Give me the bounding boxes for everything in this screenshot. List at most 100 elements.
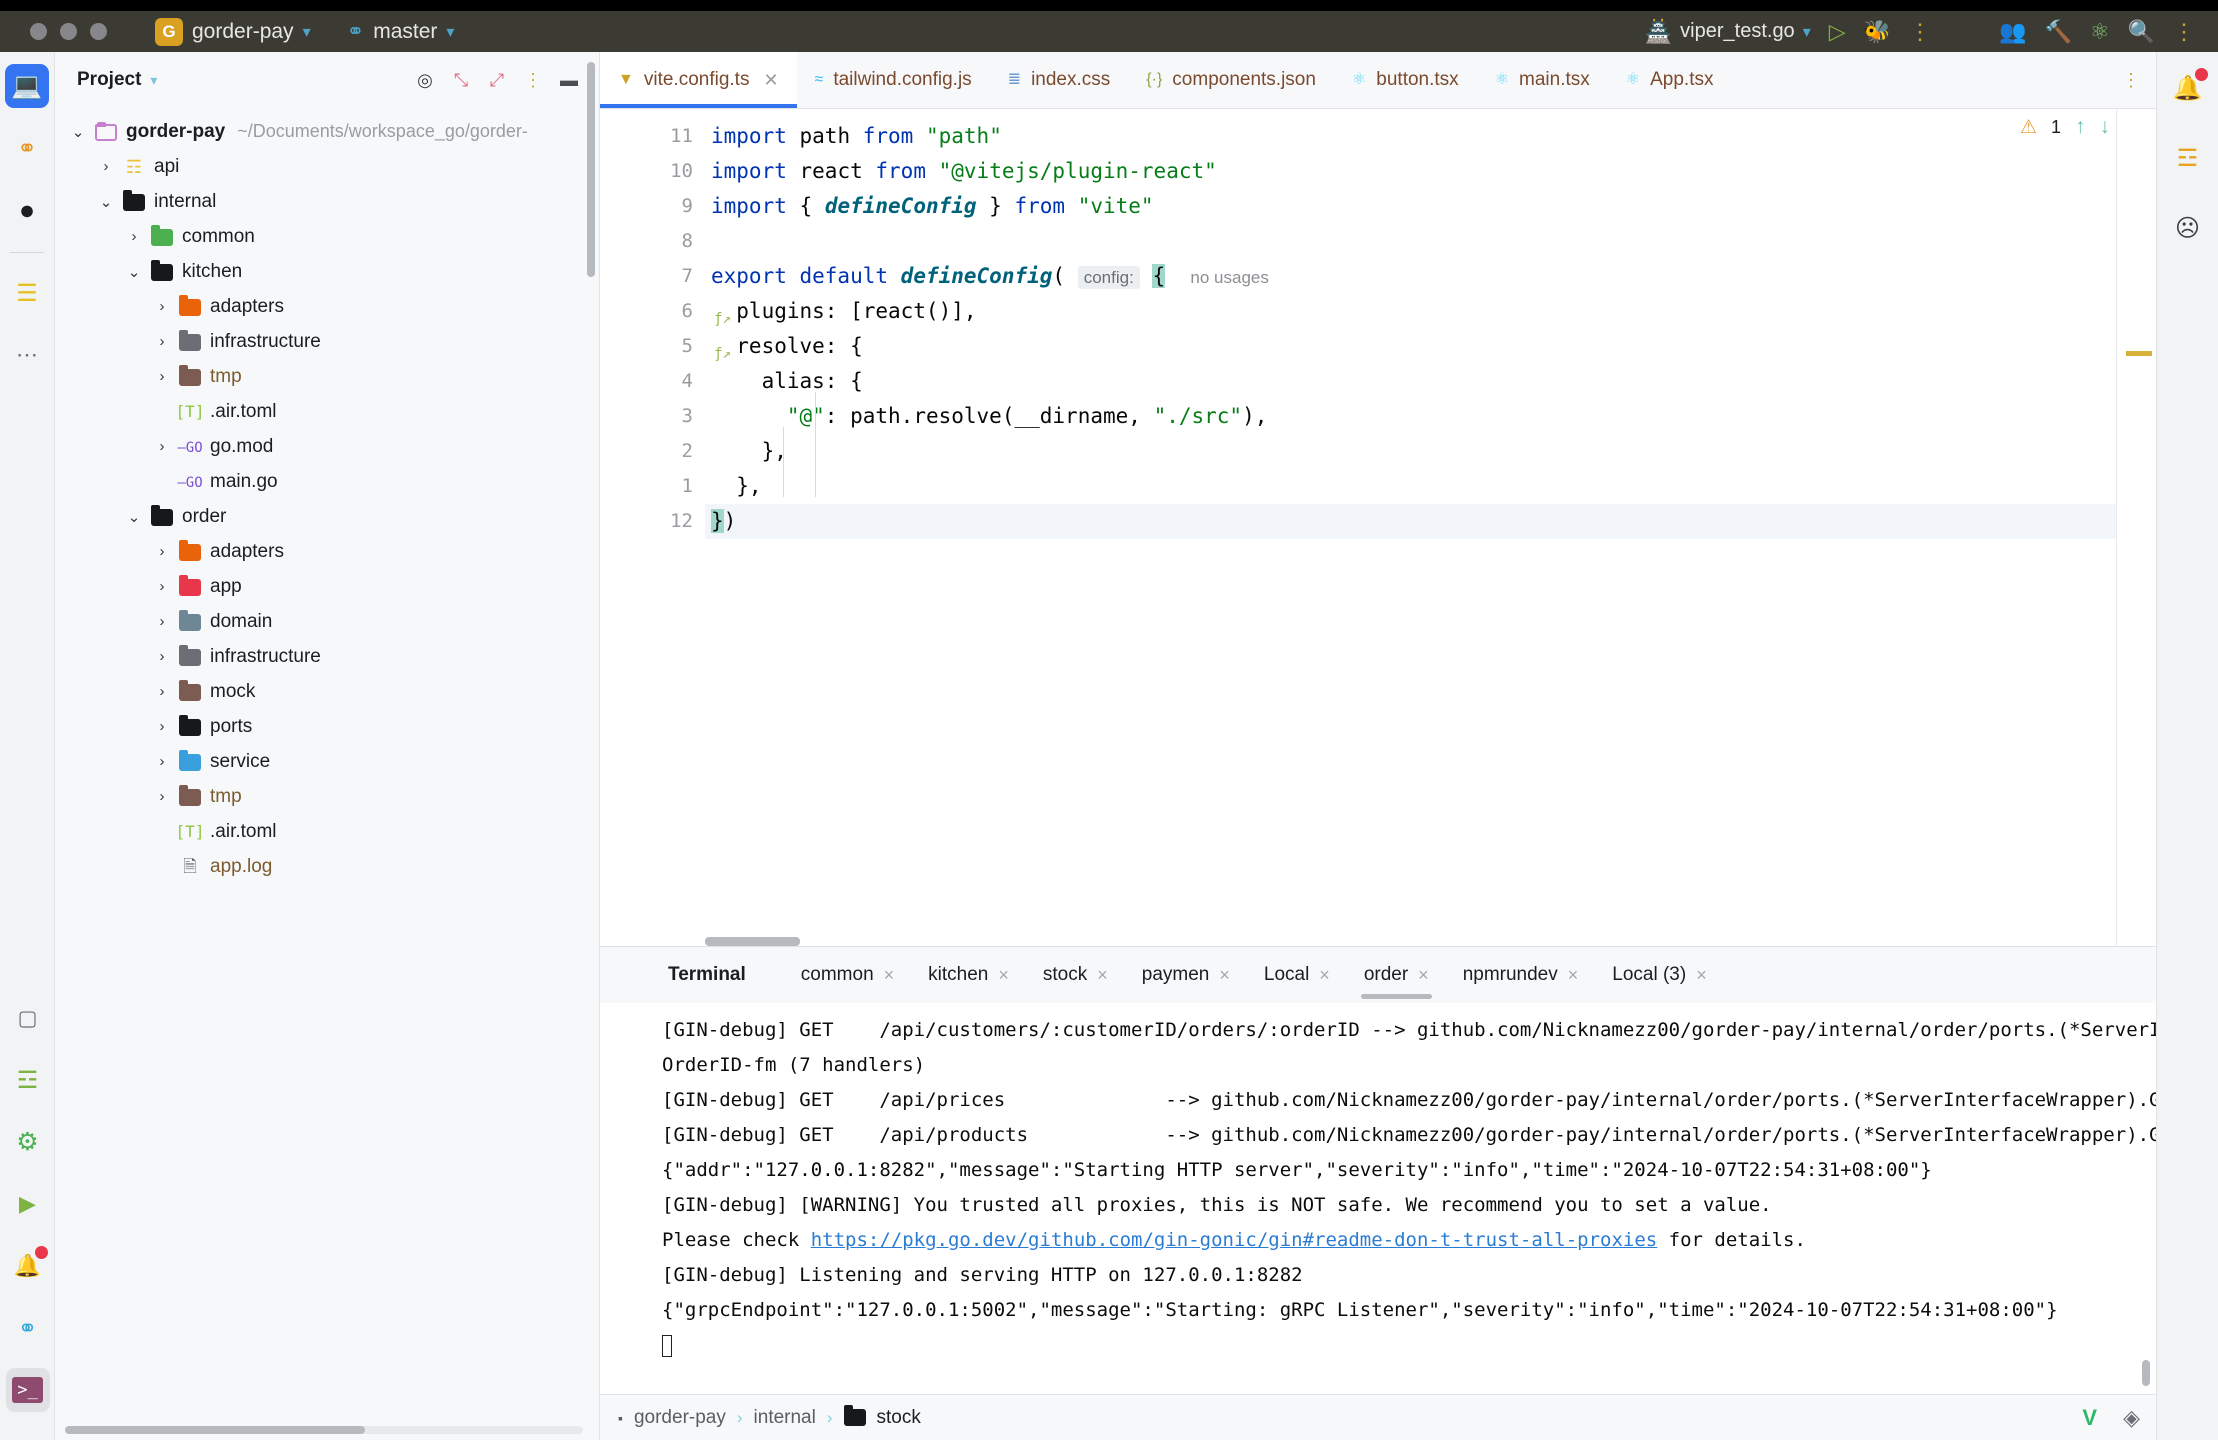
tree-expand-arrow[interactable]: › [149,683,175,700]
tree-item[interactable]: › infrastructure [55,639,599,674]
close-window-button[interactable] [30,23,47,40]
sidebar-item-settings[interactable]: ⚙ [6,1120,50,1164]
terminal-tab-stock[interactable]: stock × [1026,947,1125,1003]
search-everywhere-button[interactable]: 🔍 [2119,11,2164,52]
maximize-window-button[interactable] [90,23,107,40]
tree-expand-arrow[interactable]: ⌄ [121,263,147,281]
code-with-me-button[interactable]: 👥 [1990,11,2035,52]
close-terminal-tab-icon[interactable]: × [1319,965,1330,986]
terminal-tab-local[interactable]: Local × [1247,947,1347,1003]
gutter-line-number[interactable]: 5 ƒ↗ [600,329,731,364]
sidebar-item-more-tools[interactable]: ⋯ [5,333,49,377]
terminal-tab-local-3-[interactable]: Local (3) × [1595,947,1723,1003]
terminal-link[interactable]: https://pkg.go.dev/github.com/gin-gonic/… [811,1229,1657,1251]
terminal-scrollbar[interactable] [2142,1360,2150,1386]
gutter-line-number[interactable]: 1 [600,469,705,504]
sidebar-item-run[interactable]: ▶ [6,1182,50,1226]
tools-button[interactable]: 🔨 [2035,11,2080,52]
run-configuration-selector[interactable]: 🏯 viper_test.go ▾ [1636,11,1820,52]
sidebar-item-problems[interactable]: 🔔 [6,1244,50,1288]
terminal-tab-paymen[interactable]: paymen × [1125,947,1247,1003]
tree-expand-arrow[interactable]: › [149,543,175,560]
gutter-line-number[interactable]: 2 [600,434,705,469]
breadcrumb[interactable]: ▪ gorder-pay › internal › stock [618,1405,921,1429]
editor-tab-vite-config-ts[interactable]: ▼ vite.config.ts ✕ [600,52,797,108]
sidebar-item-terminal[interactable]: >_ [5,1368,50,1412]
close-terminal-tab-icon[interactable]: × [1696,965,1707,986]
tree-expand-arrow[interactable]: › [149,788,175,805]
branch-selector[interactable]: ⚭ master ▾ [347,19,455,44]
tree-item[interactable]: 🗎 app.log [55,849,599,884]
tree-item[interactable]: › app [55,569,599,604]
tree-expand-arrow[interactable]: › [149,718,175,735]
terminal-tab-bar[interactable]: Terminal common × kitchen × stock × paymen × Loca… [600,947,2156,1003]
locate-target-icon[interactable]: ◎ [409,64,441,96]
tree-expand-arrow[interactable]: › [149,368,175,385]
settings-menu-button[interactable]: ⋮ [2164,11,2204,52]
terminal-tab-common[interactable]: common × [784,947,911,1003]
sidebar-item-database[interactable]: ☰ [5,271,49,315]
editor-tab-components-json[interactable]: {·} components.json [1128,52,1334,108]
terminal-output[interactable]: [GIN-debug] GET /api/customers/:customer… [600,1003,2156,1394]
next-problem-icon[interactable]: ↓ [2100,115,2111,139]
tree-expand-arrow[interactable]: › [149,578,175,595]
editor-horizontal-scrollbar[interactable] [705,937,800,946]
breadcrumb-item-2[interactable]: stock [877,1407,921,1429]
previous-problem-icon[interactable]: ↑ [2075,115,2086,139]
close-terminal-tab-icon[interactable]: × [884,965,895,986]
editor-inspection-status[interactable]: ⚠ 1 ↑ ↓ [2020,115,2110,139]
tree-item[interactable]: › tmp [55,779,599,814]
editor-tab-main-tsx[interactable]: ⚛ main.tsx [1477,52,1608,108]
project-selector[interactable]: G gorder-pay ▾ [155,17,311,46]
gutter-line-number[interactable]: 3 [600,399,705,434]
sidebar-item-github[interactable]: ● [5,188,49,232]
close-terminal-tab-icon[interactable]: × [998,965,1009,986]
gutter-line-number[interactable]: 8 [600,224,705,259]
close-terminal-tab-icon[interactable]: × [1568,965,1579,986]
editor-code[interactable]: import path from "path" import react fro… [705,109,2116,946]
tree-expand-arrow[interactable]: ⌄ [121,508,147,526]
breadcrumb-item-1[interactable]: internal [754,1407,816,1429]
chevron-down-icon[interactable]: ▾ [150,72,157,89]
gutter-line-number[interactable]: 11 [600,119,705,154]
editor-tabs-overflow-button[interactable]: ⋮ [2106,52,2156,108]
tree-expand-arrow[interactable]: ⌄ [65,123,91,141]
editor-marker[interactable] [2126,351,2152,356]
tree-expand-arrow[interactable]: › [121,228,147,245]
expand-all-icon[interactable]: ⤡ [445,64,477,96]
minimize-window-button[interactable] [60,23,77,40]
tree-item[interactable]: [T] .air.toml [55,814,599,849]
editor-tab-app-tsx[interactable]: ⚛ App.tsx [1608,52,1732,108]
editor-tab-bar[interactable]: ▼ vite.config.ts ✕ ≈ tailwind.config.js ≣ inde… [600,52,2156,109]
tree-item[interactable]: › ☶ api [55,149,599,184]
editor-gutter[interactable]: 11 10 9 8 7 6 ƒ↗ 5 ƒ↗ 4 3 2 1 12 [600,109,731,946]
tree-item[interactable]: › domain [55,604,599,639]
options-menu-icon[interactable]: ⋮ [517,64,549,96]
database-tool-button[interactable]: ☲ [2166,136,2210,180]
gutter-line-number[interactable]: 6 ƒ↗ [600,294,731,329]
editor-tab-tailwind-config-js[interactable]: ≈ tailwind.config.js [797,52,990,108]
tree-expand-arrow[interactable]: › [149,613,175,630]
debug-button[interactable]: 🐝 [1855,11,1900,52]
tree-item[interactable]: –GO main.go [55,464,599,499]
terminal-tab-order[interactable]: order × [1347,947,1446,1003]
gutter-line-number[interactable]: 9 [600,189,705,224]
close-terminal-tab-icon[interactable]: × [1219,965,1230,986]
tree-item[interactable]: › common [55,219,599,254]
gutter-line-number[interactable]: 10 [600,154,705,189]
tree-item[interactable]: › service [55,744,599,779]
terminal-tab-kitchen[interactable]: kitchen × [911,947,1026,1003]
editor-tab-button-tsx[interactable]: ⚛ button.tsx [1334,52,1477,108]
tree-item[interactable]: › –GO go.mod [55,429,599,464]
gutter-line-number[interactable]: 12 [600,504,705,539]
tree-item[interactable]: › tmp [55,359,599,394]
project-tree[interactable]: ⌄ gorder-pay ~/Documents/workspace_go/gord… [55,108,599,1440]
window-controls[interactable] [30,23,107,40]
no-interpreter-icon[interactable]: ◈ [2123,1405,2140,1431]
ai-assistant-button[interactable]: ⚛ [2081,11,2119,52]
close-tab-icon[interactable]: ✕ [763,70,778,91]
tree-vertical-scrollbar[interactable] [587,62,595,277]
tree-item[interactable]: › adapters [55,289,599,324]
tree-item[interactable]: [T] .air.toml [55,394,599,429]
tree-expand-arrow[interactable]: › [149,298,175,315]
